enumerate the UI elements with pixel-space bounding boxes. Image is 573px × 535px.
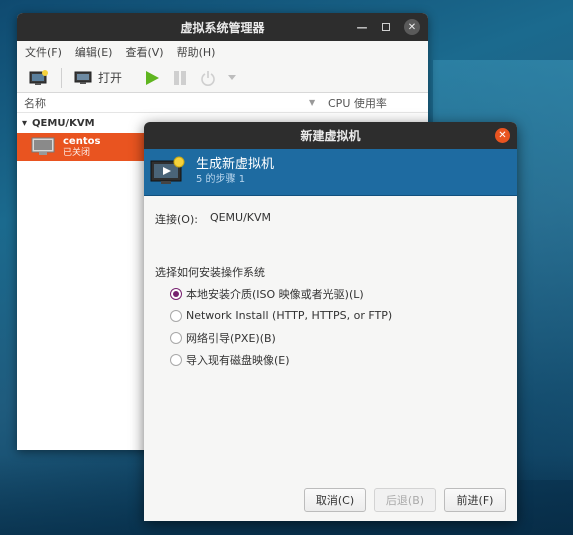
pause-button[interactable]: [168, 66, 192, 90]
dialog-close-icon[interactable]: ✕: [495, 128, 510, 143]
toolbar-separator: [61, 67, 62, 88]
banner-title: 生成新虚拟机: [196, 157, 275, 172]
dialog-button-row: 取消(C) 后退(B) 前进(F): [304, 488, 506, 512]
dialog-banner: 生成新虚拟机 5 的步骤 1: [144, 149, 517, 196]
pause-icon: [174, 70, 187, 85]
shutdown-button[interactable]: [196, 66, 220, 90]
expander-icon[interactable]: ▾: [22, 118, 27, 129]
vm-monitor-icon: [31, 137, 55, 155]
main-window-title: 虚拟系统管理器: [180, 20, 265, 35]
menubar: 文件(F) 编辑(E) 查看(V) 帮助(H): [17, 41, 428, 63]
main-titlebar[interactable]: 虚拟系统管理器 — ✕: [17, 13, 428, 41]
play-icon: [146, 70, 160, 85]
option-network-install-label: Network Install (HTTP, HTTPS, or FTP): [186, 309, 393, 322]
dialog-title: 新建虚拟机: [300, 129, 361, 143]
toolbar: 打开: [17, 63, 428, 93]
option-local-media[interactable]: 本地安装介质(ISO 映像或者光驱)(L): [170, 287, 392, 301]
radio-pxe[interactable]: [170, 331, 182, 344]
connection-group-label: QEMU/KVM: [32, 117, 95, 129]
vm-name: centos: [63, 135, 101, 147]
radio-import-disk[interactable]: [170, 353, 182, 366]
forward-button[interactable]: 前进(F): [444, 488, 506, 512]
monitor-icon: [74, 71, 92, 84]
menu-edit[interactable]: 编辑(E): [75, 44, 113, 60]
menu-help[interactable]: 帮助(H): [177, 44, 216, 60]
dropdown-arrow-icon: [228, 74, 237, 80]
option-network-install[interactable]: Network Install (HTTP, HTTPS, or FTP): [170, 309, 392, 322]
option-import-disk[interactable]: 导入现有磁盘映像(E): [170, 353, 392, 367]
new-vm-button[interactable]: [25, 66, 53, 90]
column-cpu[interactable]: CPU 使用率: [328, 95, 387, 111]
shutdown-menu-button[interactable]: [224, 66, 240, 90]
radio-local-media[interactable]: [170, 287, 182, 300]
open-button[interactable]: 打开: [70, 66, 126, 90]
connection-row: 连接(O): QEMU/KVM: [155, 211, 271, 227]
column-name[interactable]: 名称: [24, 95, 46, 111]
banner-step: 5 的步骤 1: [196, 174, 246, 185]
banner-text: 生成新虚拟机 5 的步骤 1: [196, 157, 274, 187]
power-icon: [201, 70, 215, 86]
vm-text: centos 已关闭: [63, 136, 100, 159]
back-button[interactable]: 后退(B): [374, 488, 436, 512]
column-header: 名称 ▼ CPU 使用率: [17, 93, 428, 113]
new-vm-icon: [29, 69, 48, 85]
dialog-titlebar[interactable]: 新建虚拟机 ✕: [144, 122, 517, 149]
sort-arrow-icon: ▼: [309, 98, 316, 107]
new-vm-banner-icon: [150, 156, 185, 184]
menu-file[interactable]: 文件(F): [25, 44, 62, 60]
open-label: 打开: [98, 71, 123, 85]
radio-network-install[interactable]: [170, 309, 182, 322]
new-vm-dialog: 新建虚拟机 ✕ 生成新虚拟机 5 的步骤 1 连接(O): QEMU/KVM 选…: [144, 122, 517, 521]
maximize-icon[interactable]: [378, 19, 394, 35]
minimize-icon[interactable]: —: [354, 19, 370, 35]
vm-state: 已关闭: [63, 147, 91, 158]
menu-view[interactable]: 查看(V): [125, 44, 163, 60]
connection-value: QEMU/KVM: [209, 211, 272, 224]
install-method-options: 本地安装介质(ISO 映像或者光驱)(L) Network Install (H…: [170, 287, 392, 367]
option-local-media-label: 本地安装介质(ISO 映像或者光驱)(L): [186, 287, 364, 301]
cancel-button[interactable]: 取消(C): [304, 488, 366, 512]
option-pxe[interactable]: 网络引导(PXE)(B): [170, 331, 392, 345]
connection-label: 连接(O):: [155, 213, 198, 226]
run-button[interactable]: [140, 66, 164, 90]
close-icon[interactable]: ✕: [404, 19, 420, 35]
install-method-label: 选择如何安装操作系统: [155, 266, 265, 279]
option-pxe-label: 网络引导(PXE)(B): [186, 331, 276, 345]
option-import-disk-label: 导入现有磁盘映像(E): [186, 353, 290, 367]
